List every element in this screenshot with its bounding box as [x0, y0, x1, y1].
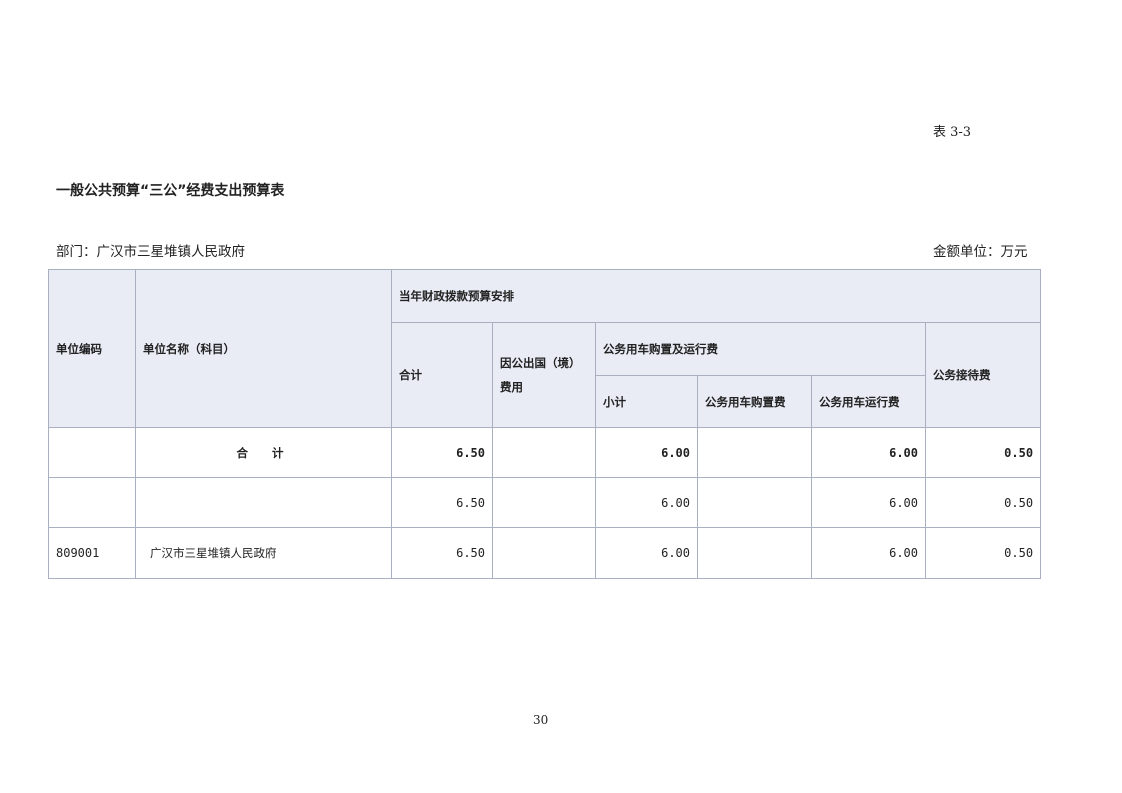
cell-name: [135, 477, 392, 528]
header-vehicle: 公务用车购置及运行费: [595, 322, 926, 376]
header-abroad: 因公出国（境） 费用: [492, 322, 596, 428]
budget-table: 单位编码 单位名称（科目） 当年财政拨款预算安排 合计 因公出国（境） 费用 公…: [48, 269, 1042, 579]
cell-name: 合计: [135, 427, 392, 478]
header-total: 合计: [391, 322, 493, 428]
cell-operation: 6.00: [811, 427, 926, 478]
cell-reception: 0.50: [924, 477, 1042, 528]
cell-operation: 6.00: [811, 527, 926, 579]
cell-operation: 6.00: [811, 477, 926, 528]
cell-subtotal: 6.00: [595, 527, 698, 579]
currency-unit-label: 金额单位：万元: [933, 244, 1028, 260]
document-title: 一般公共预算“三公”经费支出预算表: [56, 183, 285, 199]
header-vehicle-operation: 公务用车运行费: [811, 375, 926, 428]
header-vehicle-purchase: 公务用车购置费: [697, 375, 812, 428]
cell-total: 6.50: [391, 427, 493, 478]
cell-code: 809001: [48, 527, 136, 579]
cell-purchase: [697, 527, 812, 579]
table-number: 表 3-3: [933, 125, 972, 140]
table-row: 6.50 6.00 6.00 0.50: [48, 477, 1042, 528]
cell-name: 广汉市三星堆镇人民政府: [135, 527, 392, 579]
header-unit-name: 单位名称（科目）: [135, 269, 392, 428]
cell-total: 6.50: [391, 477, 493, 528]
cell-reception: 0.50: [924, 427, 1042, 478]
cell-purchase: [697, 477, 812, 528]
cell-code: [48, 427, 136, 478]
cell-abroad: [492, 527, 596, 579]
header-current-year: 当年财政拨款预算安排: [390, 269, 1042, 323]
cell-code: [48, 477, 136, 528]
header-reception: 公务接待费: [924, 322, 1042, 428]
cell-purchase: [697, 427, 812, 478]
header-subtotal: 小计: [595, 375, 698, 428]
header-abroad-line1: 因公出国（境）: [500, 356, 581, 370]
cell-subtotal: 6.00: [595, 427, 698, 478]
cell-total: 6.50: [391, 527, 493, 579]
table-row: 809001 广汉市三星堆镇人民政府 6.50 6.00 6.00 0.50: [48, 527, 1042, 579]
cell-reception: 0.50: [924, 527, 1042, 579]
header-unit-code: 单位编码: [48, 269, 136, 428]
table-row: 合计 6.50 6.00 6.00 0.50: [48, 427, 1042, 478]
header-abroad-line2: 费用: [500, 380, 523, 394]
cell-abroad: [492, 477, 596, 528]
cell-abroad: [492, 427, 596, 478]
cell-subtotal: 6.00: [595, 477, 698, 528]
department-label: 部门：广汉市三星堆镇人民政府: [56, 244, 245, 260]
page-number: 30: [533, 713, 549, 727]
